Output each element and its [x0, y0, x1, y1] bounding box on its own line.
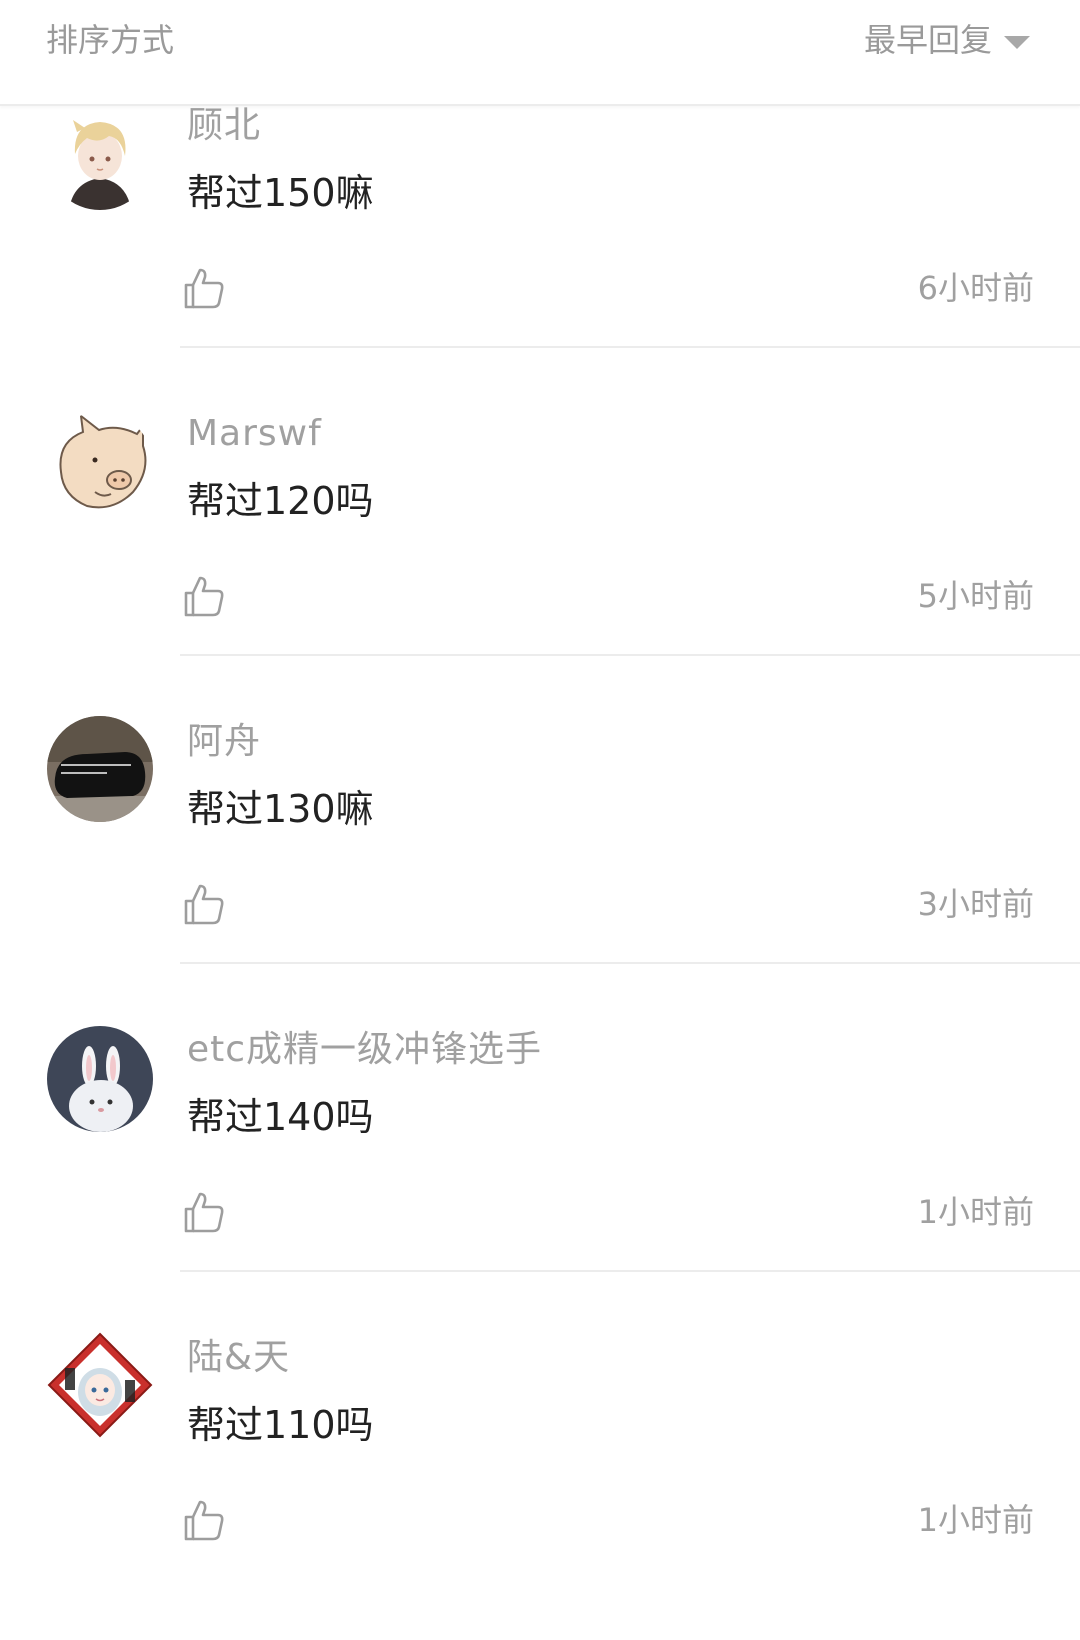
like-button[interactable] [180, 572, 228, 620]
comment-time: 6小时前 [917, 269, 1034, 307]
sort-label: 排序方式 [46, 21, 175, 59]
chevron-down-icon [1004, 35, 1030, 49]
divider [180, 1270, 1080, 1272]
sort-dropdown[interactable]: 最早回复 [864, 18, 1030, 62]
avatar[interactable] [47, 412, 153, 518]
comment-item: 顾北 帮过150嘛 6小时前 [0, 100, 1080, 408]
comment-text: 帮过130嘛 [187, 787, 374, 831]
avatar[interactable] [47, 1026, 153, 1132]
comment-text: 帮过110吗 [187, 1403, 374, 1447]
comment-item: 陆&天 帮过110吗 1小时前 [0, 1332, 1080, 1640]
avatar[interactable] [47, 716, 153, 822]
avatar[interactable] [47, 104, 153, 210]
divider [180, 346, 1080, 348]
avatar[interactable] [47, 1332, 153, 1438]
thumbs-up-icon [184, 1192, 224, 1233]
comment-text: 帮过120吗 [187, 479, 374, 523]
pig-avatar-icon [47, 412, 153, 518]
comment-item: etc成精一级冲锋选手 帮过140吗 1小时前 [0, 1024, 1080, 1332]
comment-text: 帮过150嘛 [187, 171, 374, 215]
comment-item: Marswf 帮过120吗 5小时前 [0, 408, 1080, 716]
comment-username[interactable]: Marswf [187, 410, 322, 458]
comment-time: 5小时前 [917, 577, 1034, 615]
comment-time: 3小时前 [917, 885, 1034, 923]
comment-username[interactable]: 阿舟 [187, 718, 261, 766]
comment-username[interactable]: 顾北 [187, 102, 261, 150]
black-bear-avatar-icon [47, 716, 153, 822]
comment-item: 阿舟 帮过130嘛 3小时前 [0, 716, 1080, 1024]
comment-text: 帮过140吗 [187, 1095, 374, 1139]
thumbs-up-icon [184, 268, 224, 309]
thumbs-up-icon [184, 884, 224, 925]
divider [180, 962, 1080, 964]
like-button[interactable] [180, 880, 228, 928]
anime-girl-avatar-icon [47, 1332, 153, 1438]
sort-dropdown-value: 最早回复 [863, 21, 992, 59]
divider [180, 654, 1080, 656]
like-button[interactable] [180, 1496, 228, 1544]
sort-header: 排序方式 最早回复 [0, 0, 1080, 106]
thumbs-up-icon [184, 1500, 224, 1541]
comment-time: 1小时前 [917, 1193, 1034, 1231]
white-rabbit-avatar-icon [47, 1026, 153, 1132]
like-button[interactable] [180, 1188, 228, 1236]
blonde-boy-avatar-icon [47, 104, 153, 210]
comment-username[interactable]: 陆&天 [187, 1334, 290, 1382]
like-button[interactable] [180, 264, 228, 312]
thumbs-up-icon [184, 576, 224, 617]
comment-time: 1小时前 [917, 1501, 1034, 1539]
comment-username[interactable]: etc成精一级冲锋选手 [187, 1026, 542, 1074]
